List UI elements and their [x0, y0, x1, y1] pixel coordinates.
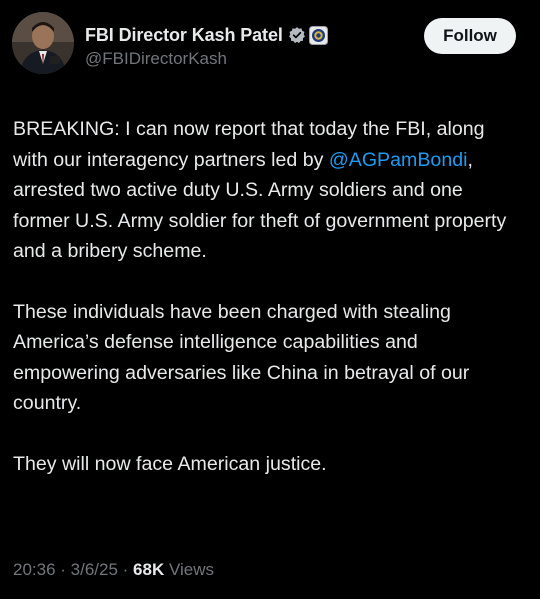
tweet-paragraph-1: BREAKING: I can now report that today th… [13, 114, 523, 267]
display-name-row: FBI Director Kash Patel [85, 23, 328, 47]
handle[interactable]: @FBIDirectorKash [85, 49, 328, 69]
tweet-date[interactable]: 3/6/25 [71, 560, 118, 579]
tweet-header: FBI Director Kash Patel @FBIDirectorKash… [12, 12, 526, 76]
mention-link[interactable]: @AGPamBondi [329, 149, 468, 171]
views-count[interactable]: 68K [133, 560, 164, 579]
views-label: Views [164, 560, 214, 579]
author-names: FBI Director Kash Patel @FBIDirectorKash [85, 23, 328, 69]
tweet: FBI Director Kash Patel @FBIDirectorKash… [0, 0, 540, 599]
tweet-meta: 20:36 · 3/6/25 · 68K Views [13, 560, 214, 580]
display-name[interactable]: FBI Director Kash Patel [85, 25, 283, 46]
tweet-paragraph-3: They will now face American justice. [13, 452, 327, 475]
tweet-time[interactable]: 20:36 [13, 560, 56, 579]
verified-badge-icon[interactable] [288, 26, 306, 44]
meta-separator: · [117, 560, 134, 579]
fbi-seal-icon[interactable] [308, 25, 328, 45]
tweet-paragraph-2: These individuals have been charged with… [13, 300, 470, 415]
avatar[interactable] [12, 12, 74, 74]
follow-button[interactable]: Follow [424, 18, 516, 54]
avatar-image [12, 12, 74, 74]
tweet-text: BREAKING: I can now report that today th… [13, 114, 523, 479]
meta-separator: · [55, 560, 71, 579]
